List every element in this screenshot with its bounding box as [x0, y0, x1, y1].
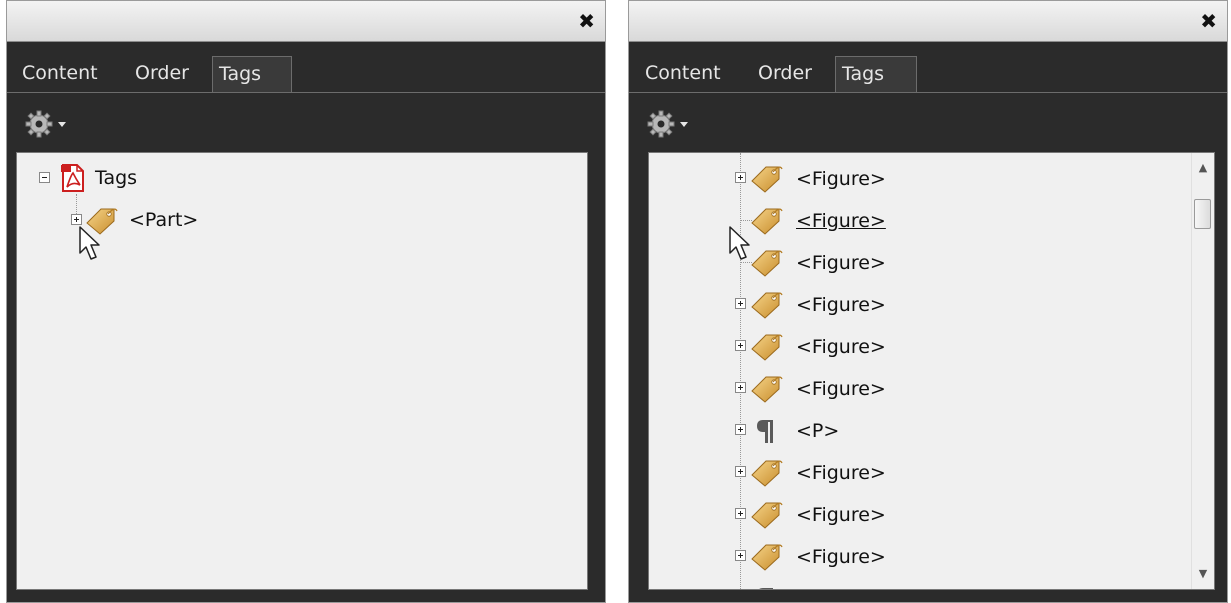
tab-bar: Content Order Tags: [629, 42, 1227, 92]
tree-item-label: <Figure>: [796, 168, 886, 190]
mouse-pointer-icon: [78, 225, 104, 261]
collapse-icon[interactable]: [39, 172, 50, 183]
tag-icon: [749, 289, 783, 319]
tree-row[interactable]: <Figure>: [649, 499, 1169, 529]
tab-tags[interactable]: Tags: [835, 56, 917, 92]
close-icon[interactable]: ✖: [578, 9, 595, 33]
tree-item-label: <Figure>: [796, 336, 886, 358]
expand-icon[interactable]: [71, 214, 82, 225]
expand-icon[interactable]: [735, 172, 746, 183]
tag-icon: [749, 247, 783, 277]
tag-icon: [749, 205, 783, 235]
mouse-pointer-icon: [728, 225, 754, 261]
tab-bar: Content Order Tags: [7, 42, 605, 92]
tree-item-label: <Figure>: [796, 294, 886, 316]
paragraph-icon: [749, 583, 783, 590]
tree-row[interactable]: <Figure>: [649, 163, 1169, 193]
tag-icon: [749, 541, 783, 571]
tree-item-label: <Figure>: [796, 546, 886, 568]
tree-row-part[interactable]: <Part>: [17, 205, 417, 235]
tree-row[interactable]: <Figure>: [649, 247, 1169, 277]
gear-icon[interactable]: [25, 109, 75, 139]
tree-item-label: <Figure>: [796, 504, 886, 526]
tag-tree: <Figure> <Figure> <Figure> <Figure> <Fig…: [648, 152, 1215, 590]
tag-tree: Tags <Part>: [16, 152, 588, 590]
close-icon[interactable]: ✖: [1200, 9, 1217, 33]
tag-icon: [749, 499, 783, 529]
tree-row[interactable]: <Figure>: [649, 541, 1169, 571]
tags-panel-right: ✖ Content Order Tags <Figure> <Figure> <: [628, 0, 1228, 603]
tab-content[interactable]: Content: [639, 56, 727, 92]
tree-item-label: <Figure>: [796, 210, 886, 232]
expand-icon[interactable]: [735, 298, 746, 309]
tag-icon: [749, 373, 783, 403]
tree-row[interactable]: <Figure>: [649, 373, 1169, 403]
expand-icon[interactable]: [735, 550, 746, 561]
tags-panel-left: ✖ Content Order Tags Tags <Part>: [6, 0, 606, 603]
tree-row-partial: [649, 583, 1169, 590]
tree-item-label: <P>: [796, 420, 840, 442]
tree-item-label: <Figure>: [796, 252, 886, 274]
expand-icon[interactable]: [735, 508, 746, 519]
paragraph-icon: [749, 415, 783, 445]
tree-item-label: <Part>: [129, 209, 199, 231]
expand-icon[interactable]: [735, 340, 746, 351]
scrollbar-thumb[interactable]: [1194, 199, 1211, 229]
expand-icon[interactable]: [735, 466, 746, 477]
expand-icon[interactable]: [735, 382, 746, 393]
panel-title-bar: ✖: [7, 1, 605, 42]
tag-icon: [749, 163, 783, 193]
tags-content-area: <Figure> <Figure> <Figure> <Figure> <Fig…: [629, 92, 1227, 602]
tree-item-label: <Figure>: [796, 462, 886, 484]
tree-root-label: Tags: [95, 167, 138, 189]
gear-icon[interactable]: [647, 109, 697, 139]
scroll-up-arrow-icon[interactable]: ▲: [1192, 157, 1214, 179]
tree-row[interactable]: <Figure>: [649, 457, 1169, 487]
tree-row[interactable]: <Figure>: [649, 331, 1169, 361]
tab-tags[interactable]: Tags: [212, 56, 292, 92]
tag-icon: [749, 457, 783, 487]
scroll-down-arrow-icon[interactable]: ▼: [1192, 563, 1214, 585]
tag-icon: [749, 331, 783, 361]
panel-title-bar: ✖: [629, 1, 1227, 42]
tags-content-area: Tags <Part>: [7, 92, 605, 602]
pdf-document-icon: [59, 163, 87, 193]
expand-icon[interactable]: [735, 424, 746, 435]
tab-content[interactable]: Content: [16, 56, 104, 92]
tab-order[interactable]: Order: [752, 56, 818, 92]
tree-row[interactable]: <Figure>: [649, 289, 1169, 319]
tab-order[interactable]: Order: [129, 56, 195, 92]
tree-item-label: <Figure>: [796, 378, 886, 400]
tree-row-hovered[interactable]: <Figure>: [649, 205, 1169, 235]
tree-row-root[interactable]: Tags: [17, 163, 417, 193]
tree-row[interactable]: <P>: [649, 415, 1169, 445]
vertical-scrollbar[interactable]: ▲ ▼: [1191, 153, 1214, 589]
